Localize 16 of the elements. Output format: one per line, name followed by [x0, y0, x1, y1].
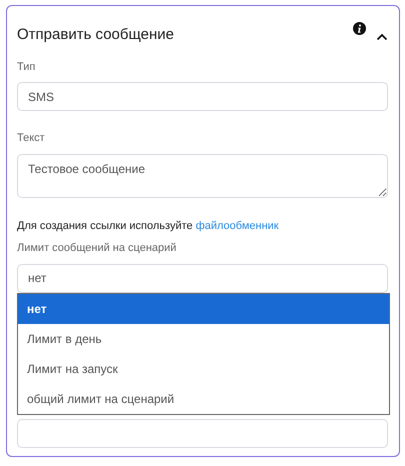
- input-field[interactable]: [17, 418, 388, 448]
- dropdown-option[interactable]: нет: [18, 294, 389, 324]
- panel-title: Отправить сообщение: [17, 25, 176, 45]
- field-label: Текст: [17, 131, 46, 146]
- select-field[interactable]: нет: [17, 264, 388, 292]
- chevron-up-icon[interactable]: [376, 32, 388, 41]
- text-area[interactable]: Тестовое сообщение: [17, 154, 388, 198]
- input-field[interactable]: SMS: [17, 82, 388, 111]
- dropdown-option[interactable]: общий лимит на сценарий: [18, 384, 389, 414]
- field-label: Тип: [17, 60, 36, 74]
- hint-text: Для создания ссылки используйте файлообменник: [17, 218, 280, 234]
- dropdown-option[interactable]: Лимит в день: [18, 324, 389, 354]
- file-share-link[interactable]: файлообменник: [196, 220, 279, 232]
- field-label: Лимит сообщений на сценарий: [17, 241, 178, 256]
- info-icon[interactable]: [353, 22, 366, 35]
- dropdown-option[interactable]: Лимит на запуск: [18, 354, 389, 384]
